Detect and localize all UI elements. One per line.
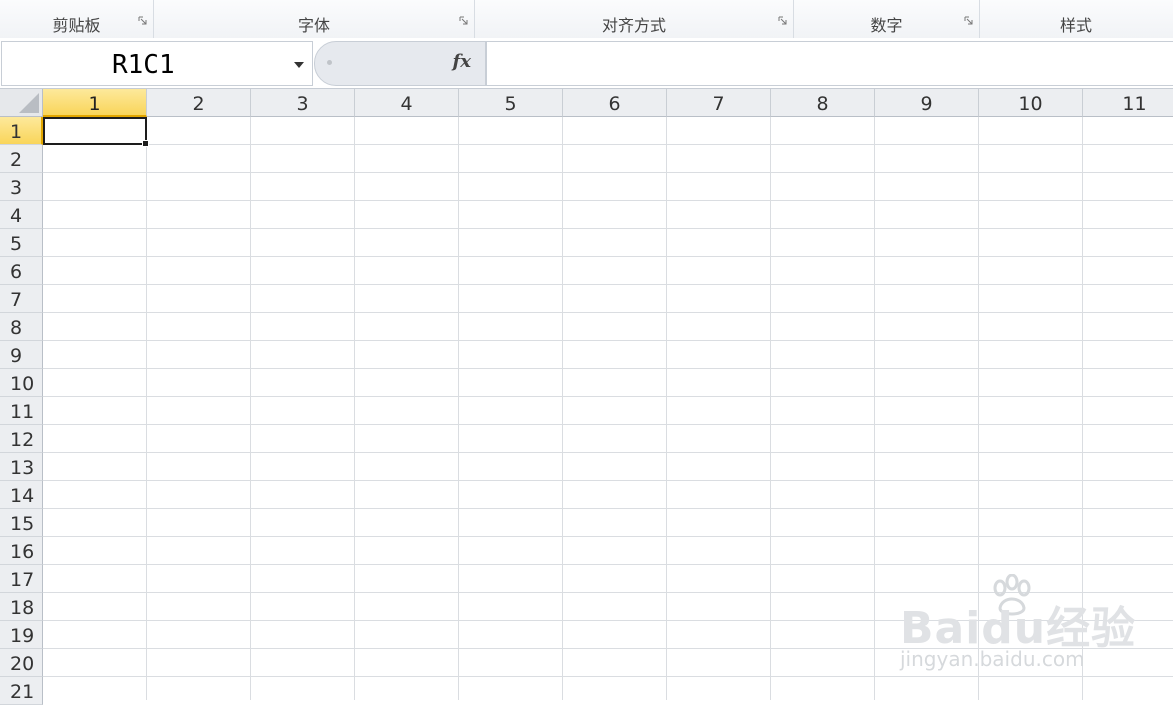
row-header-9[interactable]: 9	[0, 341, 43, 369]
row-header-7[interactable]: 7	[0, 285, 43, 313]
row-header-3[interactable]: 3	[0, 173, 43, 201]
active-cell[interactable]	[43, 117, 149, 147]
ribbon-group-labels: 剪贴板 字体 对齐方式 数字 样式	[0, 0, 1173, 39]
row-header-14[interactable]: 14	[0, 481, 43, 509]
column-gridline	[770, 117, 771, 700]
row-header-13[interactable]: 13	[0, 453, 43, 481]
dialog-launcher-icon[interactable]	[459, 16, 468, 25]
column-header-2[interactable]: 2	[147, 89, 251, 117]
dialog-launcher-icon[interactable]	[778, 16, 787, 25]
watermark-url: jingyan.baidu.com	[900, 647, 1085, 671]
row-gridline	[43, 480, 1173, 481]
column-gridline	[562, 117, 563, 700]
ribbon-group-font: 字体	[154, 0, 475, 38]
row-gridline	[43, 452, 1173, 453]
column-header-5[interactable]: 5	[459, 89, 563, 117]
row-gridline	[43, 564, 1173, 565]
name-box-value: R1C1	[112, 50, 175, 80]
ribbon-group-number: 数字	[794, 0, 980, 38]
row-gridline	[43, 200, 1173, 201]
row-headers: 1 2 3 4 5 6 7 8 9 10 11 12 13 14 15 16 17 18 19 20 21	[0, 117, 43, 705]
row-gridline	[43, 312, 1173, 313]
ribbon-group-label: 数字	[870, 16, 903, 35]
ribbon-group-label: 对齐方式	[601, 16, 666, 35]
column-header-6[interactable]: 6	[563, 89, 667, 117]
column-header-8[interactable]: 8	[771, 89, 875, 117]
row-gridline	[43, 284, 1173, 285]
resize-handle-icon[interactable]	[327, 60, 332, 65]
row-header-2[interactable]: 2	[0, 145, 43, 173]
formula-buttons-area: fx	[314, 41, 486, 86]
row-gridline	[43, 340, 1173, 341]
row-header-16[interactable]: 16	[0, 537, 43, 565]
column-header-4[interactable]: 4	[355, 89, 459, 117]
row-header-4[interactable]: 4	[0, 201, 43, 229]
row-header-12[interactable]: 12	[0, 425, 43, 453]
row-gridline	[43, 368, 1173, 369]
formula-input[interactable]	[486, 41, 1173, 86]
row-header-20[interactable]: 20	[0, 649, 43, 677]
fill-handle[interactable]	[142, 140, 149, 147]
row-header-11[interactable]: 11	[0, 397, 43, 425]
row-gridline	[43, 172, 1173, 173]
column-header-3[interactable]: 3	[251, 89, 355, 117]
column-gridline	[146, 117, 147, 700]
row-gridline	[43, 396, 1173, 397]
row-gridline	[43, 144, 1173, 145]
column-gridline	[250, 117, 251, 700]
column-gridline	[666, 117, 667, 700]
insert-function-button[interactable]: fx	[453, 51, 471, 72]
column-header-9[interactable]: 9	[875, 89, 979, 117]
row-header-1[interactable]: 1	[0, 117, 43, 145]
ribbon-group-alignment: 对齐方式	[475, 0, 794, 38]
ribbon-group-label: 字体	[297, 16, 330, 35]
row-header-10[interactable]: 10	[0, 369, 43, 397]
formula-bar: R1C1 fx	[0, 38, 1173, 89]
select-all-triangle-icon	[19, 93, 39, 113]
column-header-7[interactable]: 7	[667, 89, 771, 117]
chevron-down-icon[interactable]	[294, 62, 304, 68]
row-gridline	[43, 256, 1173, 257]
column-gridline	[874, 117, 875, 700]
column-headers: 1 2 3 4 5 6 7 8 9 10 11	[43, 89, 1173, 117]
ribbon-group-label: 样式	[1060, 16, 1093, 35]
column-header-10[interactable]: 10	[979, 89, 1083, 117]
name-box[interactable]: R1C1	[1, 41, 313, 86]
column-gridline	[458, 117, 459, 700]
dialog-launcher-icon[interactable]	[138, 16, 147, 25]
row-header-8[interactable]: 8	[0, 313, 43, 341]
row-gridline	[43, 536, 1173, 537]
row-header-6[interactable]: 6	[0, 257, 43, 285]
row-header-5[interactable]: 5	[0, 229, 43, 257]
dialog-launcher-icon[interactable]	[964, 16, 973, 25]
row-header-21[interactable]: 21	[0, 677, 43, 705]
row-gridline	[43, 424, 1173, 425]
column-header-11[interactable]: 11	[1083, 89, 1173, 117]
row-header-15[interactable]: 15	[0, 509, 43, 537]
column-gridline	[354, 117, 355, 700]
row-header-17[interactable]: 17	[0, 565, 43, 593]
column-header-1[interactable]: 1	[43, 89, 147, 117]
select-all-button[interactable]	[0, 89, 43, 117]
baidu-watermark: Baidu经验 jingyan.baidu.com	[898, 572, 1173, 677]
row-gridline	[43, 508, 1173, 509]
row-header-18[interactable]: 18	[0, 593, 43, 621]
row-gridline	[43, 228, 1173, 229]
ribbon-group-label: 剪贴板	[52, 16, 101, 35]
ribbon-group-styles: 样式	[980, 0, 1173, 38]
ribbon-group-clipboard: 剪贴板	[0, 0, 154, 38]
row-header-19[interactable]: 19	[0, 621, 43, 649]
